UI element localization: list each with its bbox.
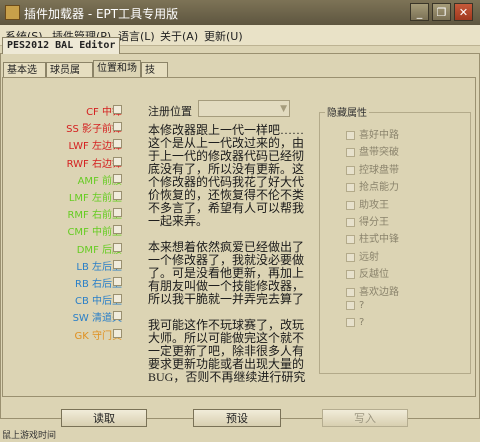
hidden-attribute-label: 盘带突破 <box>359 147 399 158</box>
app-icon <box>5 5 20 20</box>
hidden-attribute-label: 抢点能力 <box>359 182 399 193</box>
tab-basic-select[interactable]: 基本选择 <box>3 62 46 92</box>
tab-position-field[interactable]: 位置和场感 <box>93 60 141 90</box>
tab-player-attributes[interactable]: 球员属性 <box>46 62 93 92</box>
hidden-attribute-item[interactable]: 抢点能力 <box>346 178 399 193</box>
menu-language[interactable]: 语言(L) <box>118 28 155 44</box>
hidden-attribute-label: 柱式中锋 <box>359 234 399 245</box>
status-bar: 鼠上游戏时间 <box>0 430 480 442</box>
hidden-attribute-checkbox[interactable] <box>346 165 355 175</box>
position-checkbox[interactable] <box>113 329 122 338</box>
position-checkbox[interactable] <box>113 243 122 252</box>
hidden-attribute-label: 喜好中路 <box>359 130 399 141</box>
hidden-attribute-checkbox[interactable] <box>346 287 355 297</box>
hidden-attribute-item[interactable]: 喜好中路 <box>346 126 399 141</box>
read-button[interactable]: 读取 <box>61 409 147 427</box>
maximize-button[interactable]: ❐ <box>432 3 451 21</box>
menu-update[interactable]: 更新(U) <box>204 28 243 44</box>
hidden-attribute-checkbox[interactable] <box>346 252 355 262</box>
window-title: 插件加载器 - EPT工具专用版 <box>24 7 179 21</box>
hidden-attribute-checkbox[interactable] <box>346 217 355 227</box>
position-checkbox[interactable] <box>113 174 122 183</box>
write-button[interactable]: 写入 <box>322 409 408 427</box>
hidden-attribute-item[interactable]: 助攻王 <box>346 196 389 211</box>
position-checkbox[interactable] <box>113 311 122 320</box>
close-button[interactable]: ✕ <box>454 3 473 21</box>
hidden-attribute-item[interactable]: 柱式中锋 <box>346 230 399 245</box>
hidden-attribute-item[interactable]: 远射 <box>346 248 379 263</box>
hidden-attribute-item[interactable]: 喜欢边路 <box>346 283 399 298</box>
position-checkbox[interactable] <box>113 225 122 234</box>
hidden-attribute-checkbox[interactable] <box>346 182 355 192</box>
position-checkbox[interactable] <box>113 105 122 114</box>
note-paragraph: 本修改器跟上一代一样吧……这个是从上一代改过来的，由于上一代的修改器代码已经彻底… <box>148 123 305 228</box>
hidden-attribute-checkbox[interactable] <box>346 317 355 327</box>
hidden-attribute-label: 喜欢边路 <box>359 287 399 298</box>
hidden-attribute-item[interactable]: ? <box>346 317 364 328</box>
hidden-attribute-checkbox[interactable] <box>346 200 355 210</box>
hidden-attribute-checkbox[interactable] <box>346 147 355 157</box>
hidden-attribute-item[interactable]: 盘带突破 <box>346 143 399 158</box>
hidden-attribute-label: ? <box>359 317 365 328</box>
menu-about[interactable]: 关于(A) <box>160 28 198 44</box>
position-checkbox[interactable] <box>113 294 122 303</box>
preset-button[interactable]: 预设 <box>193 409 281 427</box>
hidden-attribute-label: ? <box>359 300 365 311</box>
hidden-attribute-label: 反越位 <box>359 269 389 280</box>
hidden-attribute-checkbox[interactable] <box>346 130 355 140</box>
editor-tab[interactable]: PES2012 BAL Editor <box>2 37 121 54</box>
note-paragraph: 本来想着依然疯爱已经做出了一个修改器了，我就没必要做了。可是没看他更新，再加上有… <box>148 240 305 306</box>
hidden-attribute-item[interactable]: ? <box>346 300 364 311</box>
title-bar: 插件加载器 - EPT工具专用版 _ ❐ ✕ <box>0 0 480 25</box>
hidden-attribute-checkbox[interactable] <box>346 300 355 310</box>
position-checkbox[interactable] <box>113 260 122 269</box>
position-checkbox[interactable] <box>113 139 122 148</box>
chevron-down-icon: ▼ <box>280 104 287 114</box>
position-checkbox[interactable] <box>113 122 122 131</box>
hidden-attribute-label: 得分王 <box>359 217 389 228</box>
hidden-attribute-label: 控球盘带 <box>359 165 399 176</box>
tab-skills[interactable]: 技能 <box>141 62 168 92</box>
position-checkbox[interactable] <box>113 191 122 200</box>
register-position-label: 注册位置 <box>148 105 192 118</box>
hidden-attribute-item[interactable]: 控球盘带 <box>346 161 399 176</box>
position-checkbox[interactable] <box>113 277 122 286</box>
hidden-attribute-checkbox[interactable] <box>346 269 355 279</box>
register-position-select[interactable]: ▼ <box>198 100 290 117</box>
minimize-button[interactable]: _ <box>410 3 429 21</box>
position-checkbox[interactable] <box>113 157 122 166</box>
author-note: 本修改器跟上一代一样吧……这个是从上一代改过来的，由于上一代的修改器代码已经彻底… <box>148 124 306 397</box>
note-paragraph: 我可能这作不玩球赛了，改玩大师。所以可能做完这个就不一定更新了吧，除非很多人有要… <box>148 318 306 384</box>
hidden-attribute-checkbox[interactable] <box>346 234 355 244</box>
hidden-attribute-label: 助攻王 <box>359 200 389 211</box>
hidden-attribute-item[interactable]: 反越位 <box>346 265 389 280</box>
position-checkbox[interactable] <box>113 208 122 217</box>
hidden-attributes-title: 隐藏属性 <box>325 104 369 119</box>
hidden-attribute-label: 远射 <box>359 252 379 263</box>
hidden-attribute-item[interactable]: 得分王 <box>346 213 389 228</box>
